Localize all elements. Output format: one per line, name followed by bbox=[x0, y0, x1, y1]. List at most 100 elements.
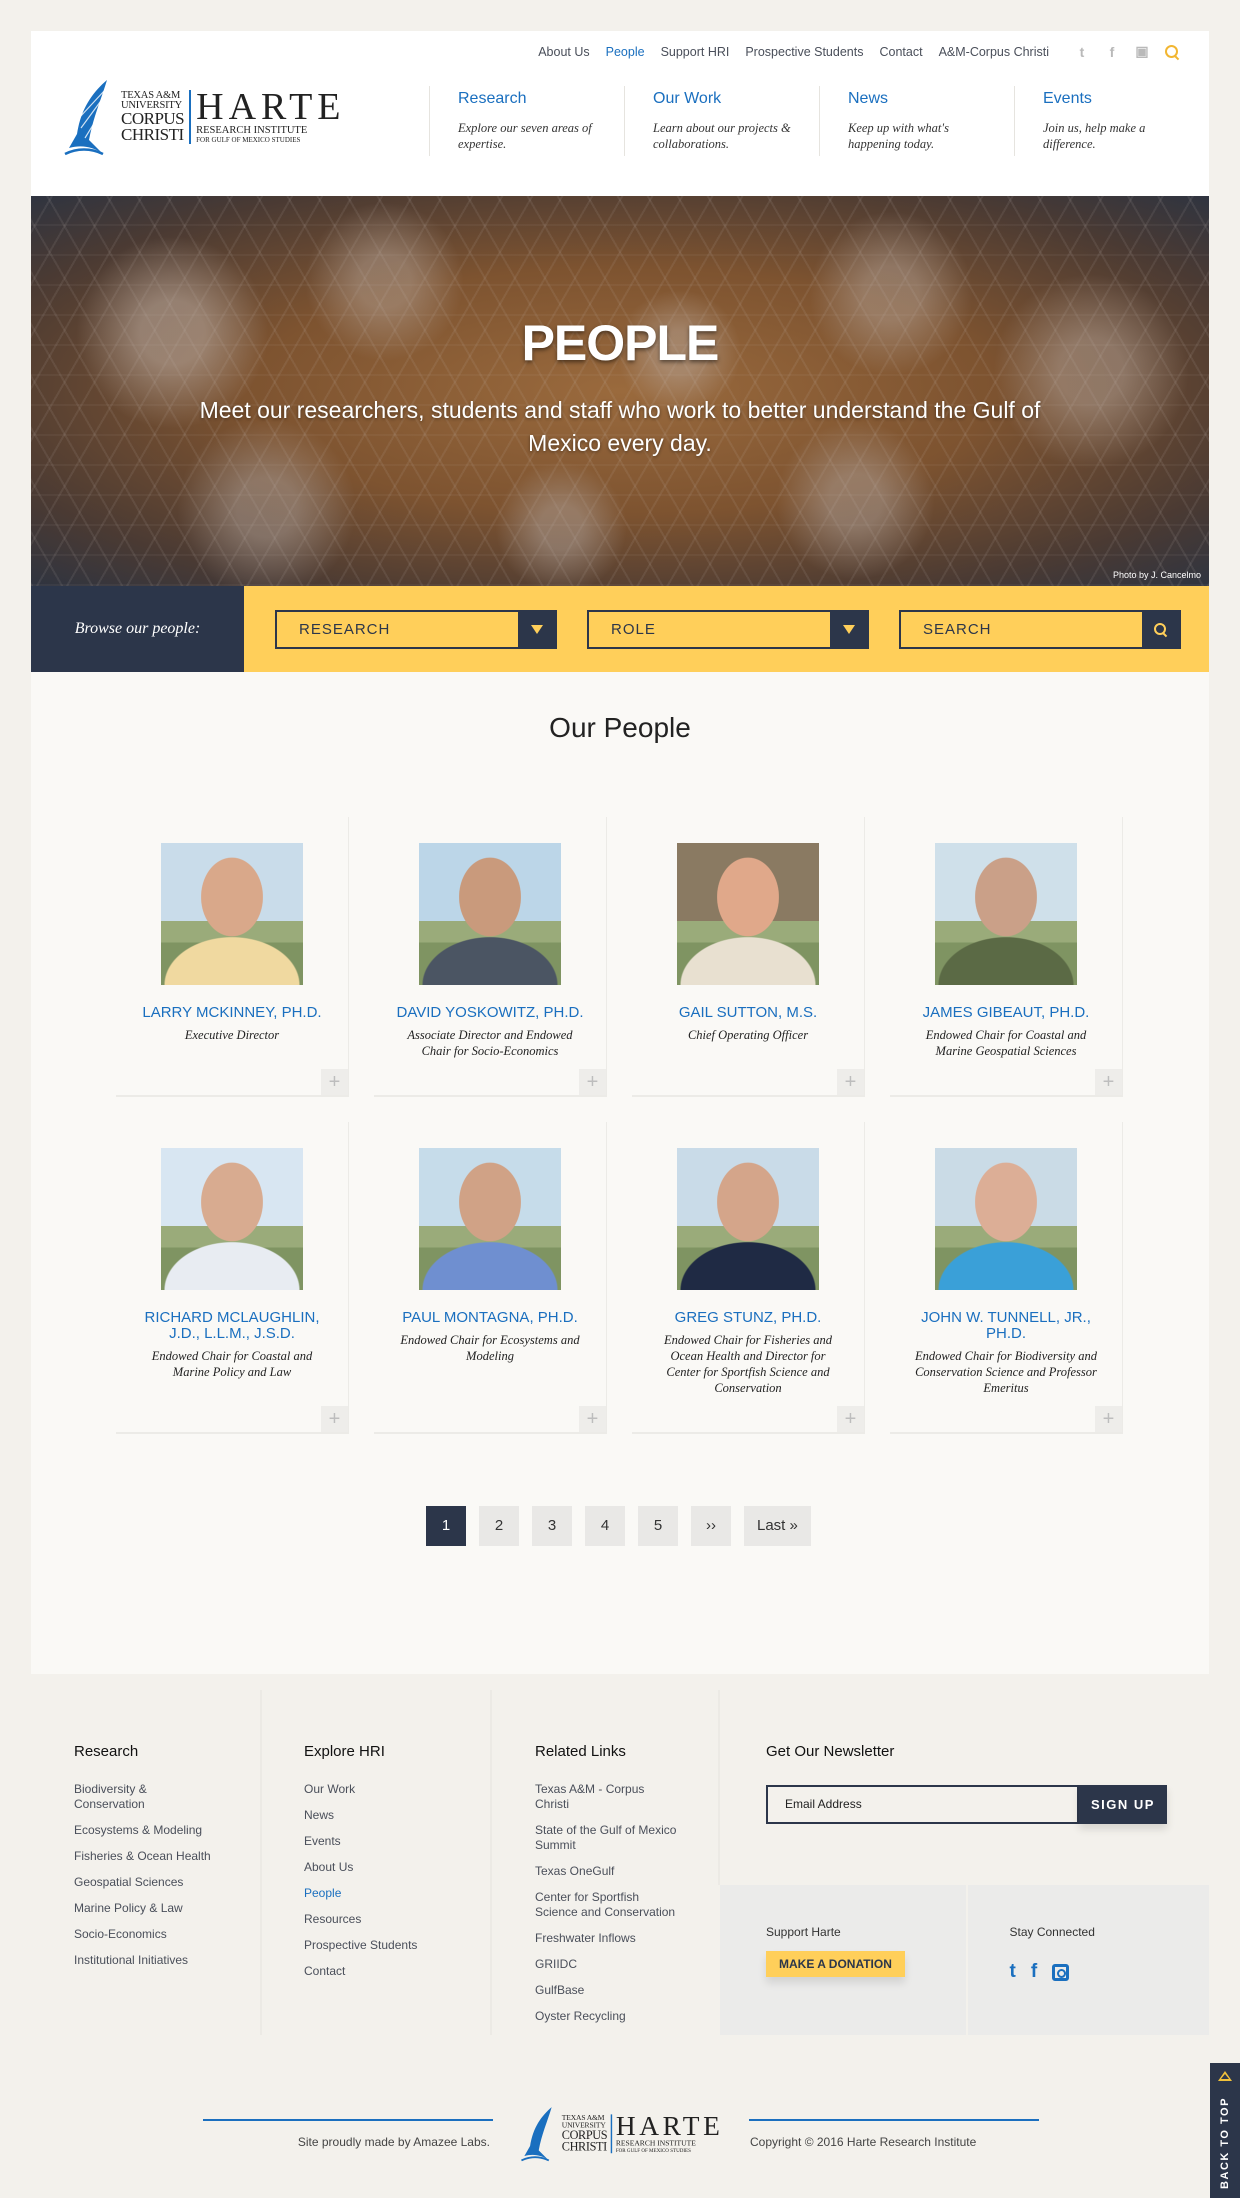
back-to-top-button[interactable]: BACK TO TOP bbox=[1210, 2063, 1240, 2198]
person-card[interactable]: John W. Tunnell, Jr., Ph.D. Endowed Chai… bbox=[890, 1122, 1123, 1434]
footer-link[interactable]: Contact bbox=[304, 1964, 484, 1979]
facebook-icon[interactable]: f bbox=[1031, 1961, 1037, 1983]
make-donation-button[interactable]: MAKE A DONATION bbox=[766, 1951, 905, 1977]
sign-up-button[interactable]: SIGN UP bbox=[1079, 1785, 1167, 1824]
person-card[interactable]: Greg Stunz, Ph.D. Endowed Chair for Fish… bbox=[632, 1122, 865, 1434]
footer-link[interactable]: Fisheries & Ocean Health bbox=[74, 1849, 254, 1864]
person-photo[interactable] bbox=[677, 1148, 819, 1290]
person-photo[interactable] bbox=[677, 843, 819, 985]
expand-plus-icon[interactable]: + bbox=[321, 1406, 348, 1432]
search-icon[interactable] bbox=[1165, 44, 1179, 59]
main-nav-our-work[interactable]: Our Work Learn about our projects & coll… bbox=[624, 86, 819, 156]
site-logo[interactable]: TEXAS A&M UNIVERSITY CORPUS CHRISTI HART… bbox=[63, 77, 353, 157]
facebook-icon[interactable]: f bbox=[1105, 44, 1119, 60]
person-photo[interactable] bbox=[161, 843, 303, 985]
twitter-icon[interactable]: t bbox=[1010, 1961, 1016, 1983]
utility-link-support-hri[interactable]: Support HRI bbox=[661, 45, 730, 59]
person-role: Endowed Chair for Coastal and Marine Geo… bbox=[925, 1028, 1087, 1058]
footer-link[interactable]: Oyster Recycling bbox=[535, 2009, 695, 2024]
expand-plus-icon[interactable]: + bbox=[321, 1069, 348, 1095]
footer-link[interactable]: Texas A&M - Corpus Christi bbox=[535, 1782, 655, 1812]
page-1-button[interactable]: 1 bbox=[426, 1506, 466, 1546]
person-name[interactable]: James Gibeaut, Ph.D. bbox=[902, 1005, 1110, 1021]
person-photo[interactable] bbox=[161, 1148, 303, 1290]
expand-plus-icon[interactable]: + bbox=[837, 1406, 864, 1432]
search-input[interactable]: SEARCH bbox=[899, 609, 1181, 649]
research-dropdown[interactable]: RESEARCH bbox=[275, 609, 557, 649]
role-dropdown-button[interactable] bbox=[830, 611, 867, 647]
footer-link[interactable]: Freshwater Inflows bbox=[535, 1931, 695, 1946]
main-nav-news[interactable]: News Keep up with what's happening today… bbox=[819, 86, 1014, 156]
expand-plus-icon[interactable]: + bbox=[1095, 1069, 1122, 1095]
footer-link[interactable]: Center for Sportfish Science and Conserv… bbox=[535, 1890, 685, 1920]
main-nav-title[interactable]: Events bbox=[1043, 90, 1209, 108]
footer-link[interactable]: Events bbox=[304, 1834, 484, 1849]
footer-link[interactable]: News bbox=[304, 1808, 484, 1823]
person-photo[interactable] bbox=[935, 1148, 1077, 1290]
person-name[interactable]: Greg Stunz, Ph.D. bbox=[644, 1310, 852, 1326]
person-card[interactable]: David Yoskowitz, Ph.D. Associate Directo… bbox=[374, 817, 607, 1097]
utility-link-about-us[interactable]: About Us bbox=[538, 45, 589, 59]
last-page-button[interactable]: Last » bbox=[744, 1506, 811, 1546]
footer-link[interactable]: Institutional Initiatives bbox=[74, 1953, 254, 1968]
expand-plus-icon[interactable]: + bbox=[1095, 1406, 1122, 1432]
page-5-button[interactable]: 5 bbox=[638, 1506, 678, 1546]
footer-link[interactable]: Our Work bbox=[304, 1782, 484, 1797]
person-card[interactable]: Larry McKinney, Ph.D. Executive Director… bbox=[116, 817, 349, 1097]
footer-link[interactable]: State of the Gulf of Mexico Summit bbox=[535, 1823, 690, 1853]
person-name[interactable]: Larry McKinney, Ph.D. bbox=[128, 1005, 336, 1021]
email-field[interactable]: Email Address bbox=[766, 1785, 1079, 1824]
expand-plus-icon[interactable]: + bbox=[837, 1069, 864, 1095]
footer-link[interactable]: GulfBase bbox=[535, 1983, 695, 1998]
search-button[interactable] bbox=[1142, 611, 1179, 647]
instagram-icon[interactable]: ▣ bbox=[1135, 43, 1149, 60]
person-card[interactable]: Paul Montagna, Ph.D. Endowed Chair for E… bbox=[374, 1122, 607, 1434]
person-card[interactable]: Richard McLaughlin, J.D., L.L.M., J.S.D.… bbox=[116, 1122, 349, 1434]
footer-link-active[interactable]: People bbox=[304, 1886, 484, 1901]
page-2-button[interactable]: 2 bbox=[479, 1506, 519, 1546]
person-card[interactable]: James Gibeaut, Ph.D. Endowed Chair for C… bbox=[890, 817, 1123, 1097]
research-dropdown-button[interactable] bbox=[518, 611, 555, 647]
person-photo[interactable] bbox=[935, 843, 1077, 985]
person-name[interactable]: Richard McLaughlin, J.D., L.L.M., J.S.D. bbox=[128, 1310, 336, 1342]
main-nav-title[interactable]: News bbox=[848, 90, 1014, 108]
expand-plus-icon[interactable]: + bbox=[579, 1406, 606, 1432]
footer-link[interactable]: Ecosystems & Modeling bbox=[74, 1823, 254, 1838]
footer-rule-left bbox=[203, 2119, 493, 2121]
twitter-icon[interactable]: t bbox=[1075, 44, 1089, 60]
person-name[interactable]: John W. Tunnell, Jr., Ph.D. bbox=[902, 1310, 1110, 1342]
people-grid: Larry McKinney, Ph.D. Executive Director… bbox=[116, 817, 1124, 1434]
footer-link[interactable]: Marine Policy & Law bbox=[74, 1901, 254, 1916]
utility-link-people[interactable]: People bbox=[606, 45, 645, 59]
footer-link[interactable]: Resources bbox=[304, 1912, 484, 1927]
utility-link-am-corpus-christi[interactable]: A&M-Corpus Christi bbox=[939, 45, 1049, 59]
page-4-button[interactable]: 4 bbox=[585, 1506, 625, 1546]
next-page-button[interactable]: ›› bbox=[691, 1506, 731, 1546]
main-nav-research[interactable]: Research Explore our seven areas of expe… bbox=[429, 86, 624, 156]
person-name[interactable]: Gail Sutton, M.S. bbox=[644, 1005, 852, 1021]
made-by-credit[interactable]: Site proudly made by Amazee Labs. bbox=[230, 2135, 490, 2149]
footer-link[interactable]: Prospective Students bbox=[304, 1938, 484, 1953]
utility-link-contact[interactable]: Contact bbox=[879, 45, 922, 59]
footer-link[interactable]: Socio-Economics bbox=[74, 1927, 254, 1942]
main-nav-title[interactable]: Our Work bbox=[653, 90, 819, 108]
footer-link[interactable]: GRIIDC bbox=[535, 1957, 695, 1972]
footer-heading: Research bbox=[74, 1743, 139, 1760]
footer-link[interactable]: Texas OneGulf bbox=[535, 1864, 695, 1879]
person-card[interactable]: Gail Sutton, M.S. Chief Operating Office… bbox=[632, 817, 865, 1097]
footer-link[interactable]: About Us bbox=[304, 1860, 484, 1875]
role-dropdown[interactable]: ROLE bbox=[587, 609, 869, 649]
instagram-icon[interactable] bbox=[1052, 1963, 1070, 1981]
person-name[interactable]: Paul Montagna, Ph.D. bbox=[386, 1310, 594, 1326]
utility-link-prospective-students[interactable]: Prospective Students bbox=[745, 45, 863, 59]
expand-plus-icon[interactable]: + bbox=[579, 1069, 606, 1095]
page-3-button[interactable]: 3 bbox=[532, 1506, 572, 1546]
footer-link[interactable]: Biodiversity & Conservation bbox=[74, 1782, 194, 1812]
footer-link[interactable]: Geospatial Sciences bbox=[74, 1875, 254, 1890]
person-photo[interactable] bbox=[419, 843, 561, 985]
main-nav-events[interactable]: Events Join us, help make a difference. bbox=[1014, 86, 1209, 156]
footer-logo[interactable]: TEXAS A&M UNIVERSITY CORPUS CHRISTI HART… bbox=[520, 2105, 729, 2163]
main-nav-title[interactable]: Research bbox=[458, 90, 624, 108]
person-photo[interactable] bbox=[419, 1148, 561, 1290]
person-name[interactable]: David Yoskowitz, Ph.D. bbox=[386, 1005, 594, 1021]
